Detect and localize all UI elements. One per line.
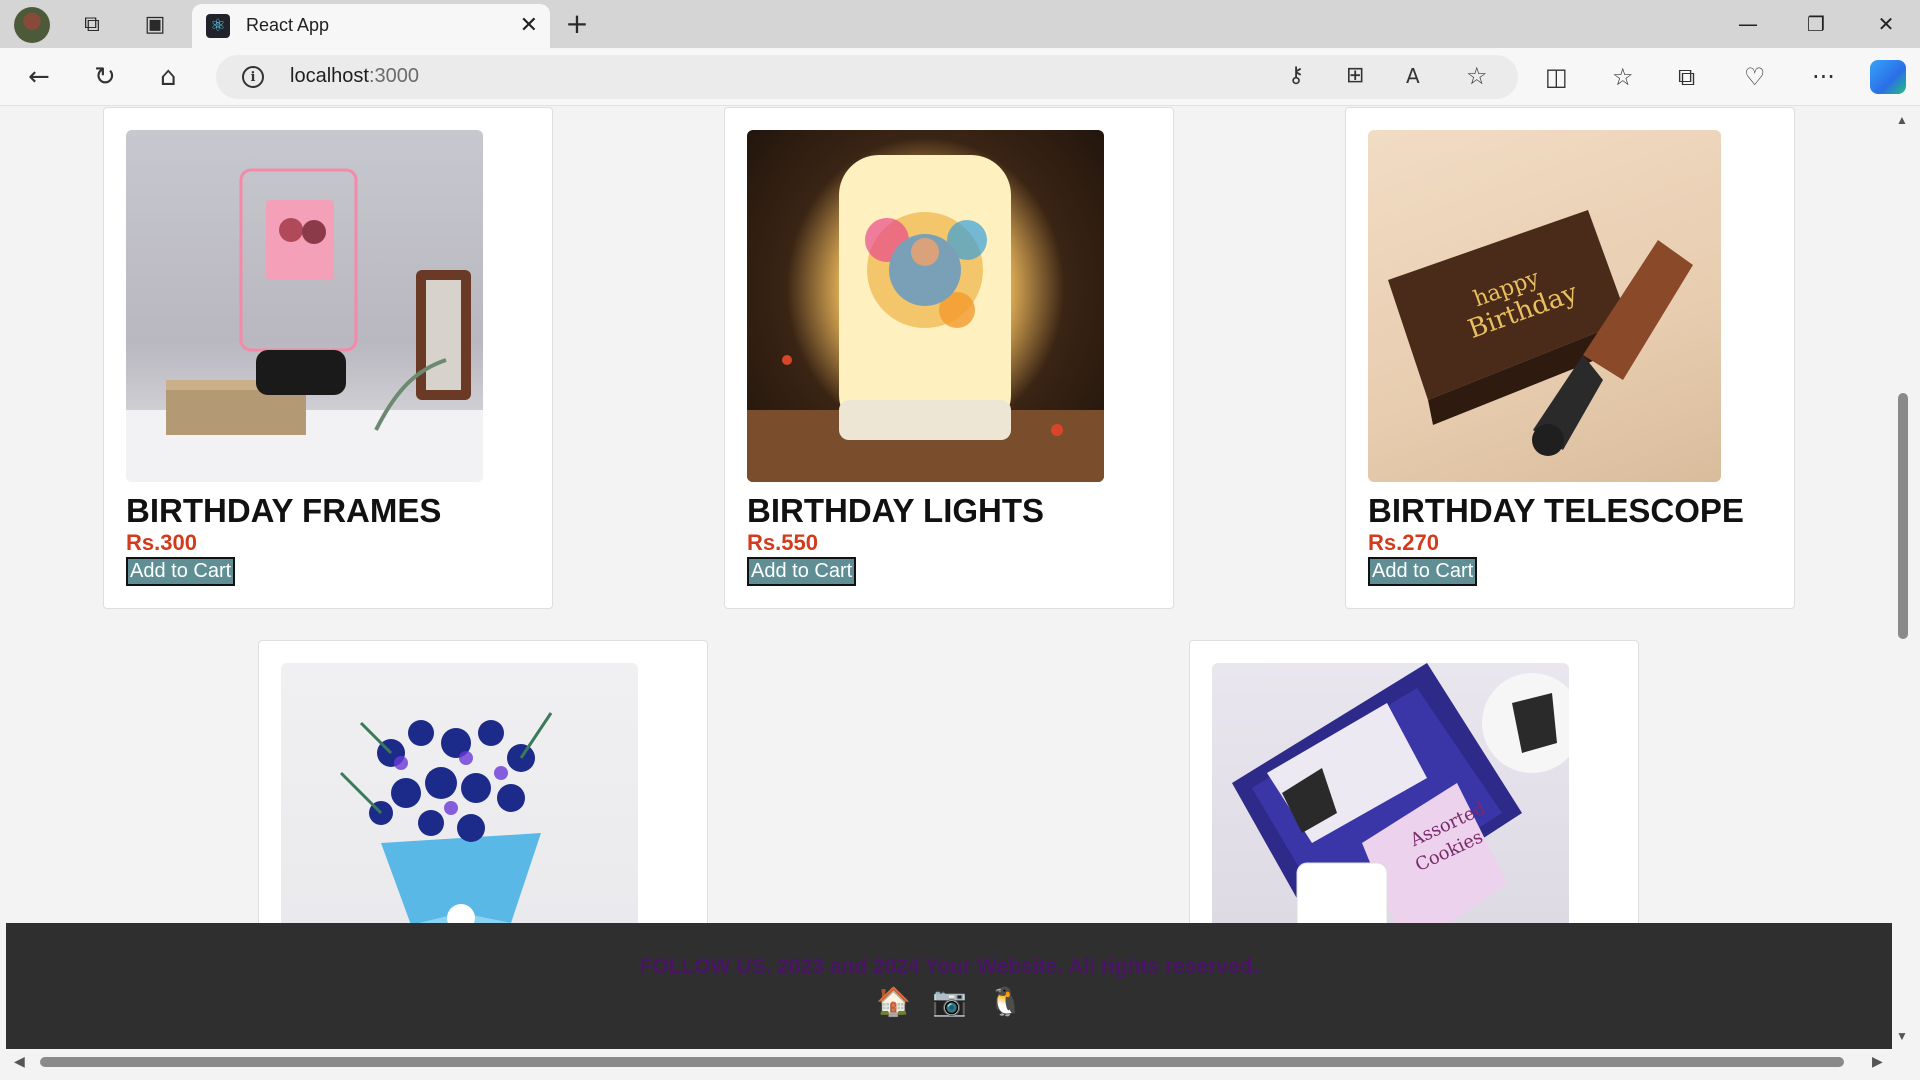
page-viewport: BIRTHDAY FRAMES Rs.300 Add to Cart BIRTH… bbox=[6, 107, 1892, 1049]
home-icon[interactable]: ⌂ bbox=[160, 62, 177, 92]
new-tab-icon[interactable]: + bbox=[562, 7, 592, 40]
product-card: happy Birthday BIRTHDAY TELESCOPE Rs.270… bbox=[1345, 107, 1795, 609]
read-aloud-icon[interactable]: A bbox=[1406, 61, 1420, 91]
collections-icon[interactable]: ⧉ bbox=[1678, 62, 1695, 92]
tab-strip: ⧉ ▣ ⚛ React App ✕ + — ❐ ✕ bbox=[0, 0, 1920, 48]
vertical-tabs-icon[interactable]: ▣ bbox=[141, 10, 169, 38]
product-name: BIRTHDAY FRAMES bbox=[126, 492, 442, 529]
penguin-icon[interactable]: 🐧 bbox=[988, 985, 1023, 1018]
product-name: BIRTHDAY TELESCOPE bbox=[1368, 492, 1744, 529]
add-to-cart-button[interactable]: Add to Cart bbox=[747, 557, 857, 586]
product-price: Rs.550 bbox=[747, 530, 818, 555]
close-tab-icon[interactable]: ✕ bbox=[520, 12, 538, 38]
site-info-icon[interactable]: i bbox=[242, 66, 264, 88]
product-name: BIRTHDAY LIGHTS bbox=[747, 492, 1045, 529]
profile-avatar[interactable] bbox=[14, 7, 50, 43]
restore-icon[interactable]: ❐ bbox=[1788, 6, 1844, 42]
product-price: Rs.300 bbox=[126, 530, 197, 555]
close-window-icon[interactable]: ✕ bbox=[1858, 6, 1914, 42]
url-text[interactable]: localhost:3000 bbox=[290, 65, 419, 88]
horizontal-scrollbar[interactable]: ◀ ▶ bbox=[6, 1049, 1892, 1073]
social-icons: 🏠 📷 🐧 bbox=[6, 985, 1892, 1018]
back-icon[interactable]: ← bbox=[28, 62, 50, 92]
url-host: localhost bbox=[290, 65, 369, 87]
split-screen-icon[interactable]: ◫ bbox=[1545, 62, 1568, 92]
scroll-left-icon[interactable]: ◀ bbox=[14, 1053, 25, 1070]
password-key-icon[interactable]: ⚷ bbox=[1288, 61, 1304, 91]
app-available-icon[interactable]: ⊞ bbox=[1346, 61, 1364, 91]
house-icon[interactable]: 🏠 bbox=[876, 985, 911, 1018]
footer-text: FOLLOW US. 2023 and 2024 Your Website. A… bbox=[639, 955, 1259, 978]
site-footer: FOLLOW US. 2023 and 2024 Your Website. A… bbox=[6, 923, 1892, 1049]
favorites-icon[interactable]: ☆ bbox=[1612, 62, 1634, 92]
scroll-down-icon[interactable]: ▼ bbox=[1896, 1029, 1908, 1043]
refresh-icon[interactable]: ↻ bbox=[94, 62, 116, 92]
scroll-up-icon[interactable]: ▲ bbox=[1896, 113, 1908, 127]
product-image-birthday-frames bbox=[126, 130, 483, 482]
url-port: :3000 bbox=[368, 65, 419, 87]
product-card: BIRTHDAY LIGHTS Rs.550 Add to Cart bbox=[724, 107, 1174, 609]
scroll-right-icon[interactable]: ▶ bbox=[1872, 1053, 1883, 1070]
product-image-birthday-lights bbox=[747, 130, 1104, 482]
browser-toolbar: ← ↻ ⌂ i localhost:3000 ⚷ ⊞ A ☆ ◫ ☆ ⧉ ♡ ·… bbox=[0, 48, 1920, 106]
product-image-birthday-telescope: happy Birthday bbox=[1368, 130, 1721, 482]
browser-tab[interactable]: ⚛ React App ✕ bbox=[192, 4, 550, 48]
copilot-icon[interactable] bbox=[1870, 60, 1906, 94]
horizontal-scroll-thumb[interactable] bbox=[40, 1057, 1844, 1067]
tab-title: React App bbox=[246, 15, 330, 35]
minimize-icon[interactable]: — bbox=[1720, 6, 1776, 42]
add-to-cart-button[interactable]: Add to Cart bbox=[126, 557, 236, 586]
favorite-star-icon[interactable]: ☆ bbox=[1466, 61, 1488, 91]
vertical-scroll-thumb[interactable] bbox=[1898, 393, 1908, 639]
add-to-cart-button[interactable]: Add to Cart bbox=[1368, 557, 1478, 586]
react-logo-icon: ⚛ bbox=[206, 14, 230, 38]
address-bar[interactable]: i localhost:3000 ⚷ ⊞ A ☆ bbox=[216, 55, 1518, 99]
product-card: BIRTHDAY FRAMES Rs.300 Add to Cart bbox=[103, 107, 553, 609]
vertical-scrollbar[interactable]: ▲ ▼ bbox=[1892, 107, 1914, 1049]
workspaces-icon[interactable]: ⧉ bbox=[78, 10, 106, 38]
more-menu-icon[interactable]: ··· bbox=[1812, 62, 1835, 92]
browser-essentials-icon[interactable]: ♡ bbox=[1744, 62, 1766, 92]
product-price: Rs.270 bbox=[1368, 530, 1439, 555]
camera-icon[interactable]: 📷 bbox=[932, 985, 967, 1018]
